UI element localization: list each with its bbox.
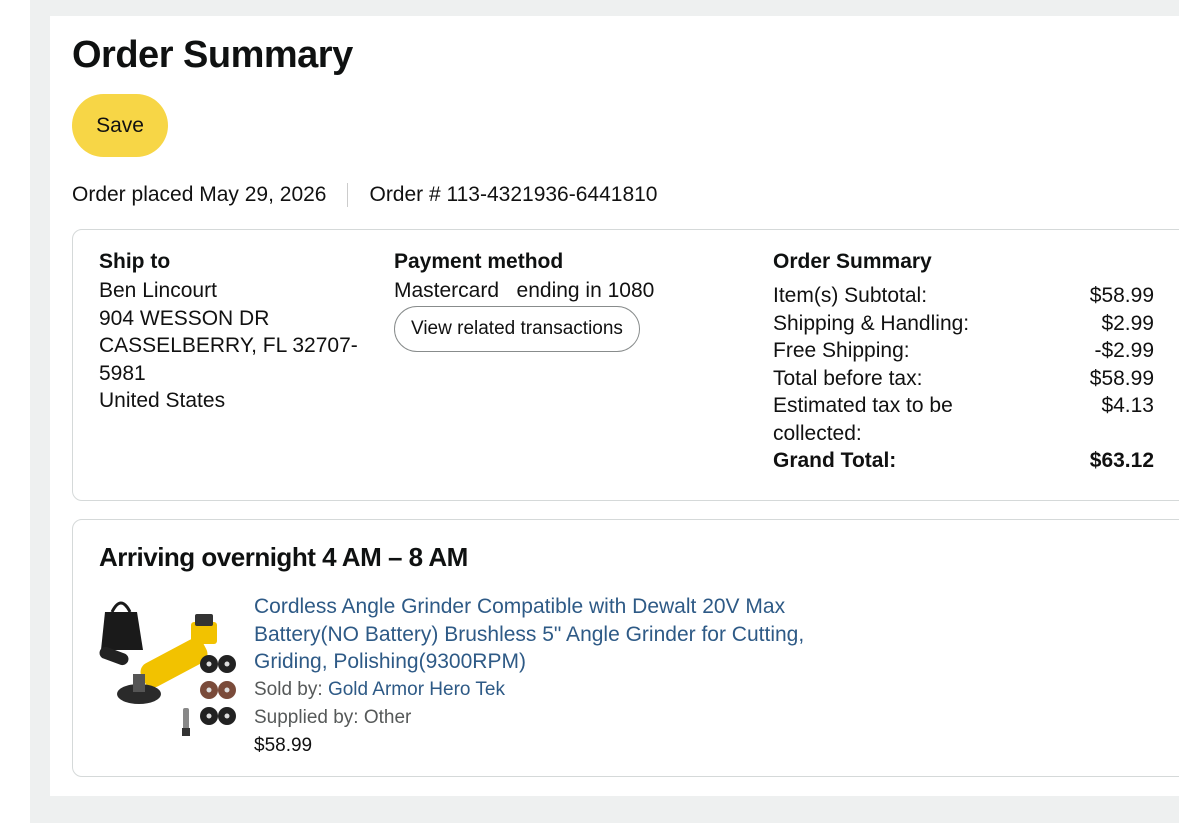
order-summary-page: Order Summary Save Order placed May 29, … [50, 16, 1179, 796]
summary-label: Total before tax: [773, 366, 923, 390]
ship-to-city: CASSELBERRY, FL 32707- [99, 334, 358, 357]
summary-value: -$2.99 [1094, 339, 1154, 362]
ship-to-name: Ben Lincourt [99, 279, 217, 302]
summary-row: Estimated tax to be collected: $4.13 [773, 392, 1154, 447]
order-placed-date: Order placed May 29, 2026 [72, 183, 327, 206]
summary-row: Item(s) Subtotal: $58.99 [773, 282, 1154, 310]
product-image[interactable] [99, 592, 243, 742]
order-meta: Order placed May 29, 2026 Order # 113-43… [72, 183, 658, 207]
shipment-box: Arriving overnight 4 AM – 8 AM Cordless … [72, 519, 1179, 777]
meta-divider [347, 183, 349, 207]
summary-value: $2.99 [1101, 311, 1154, 335]
summary-value: $4.13 [1101, 394, 1154, 417]
sold-by-line: Sold by: Gold Armor Hero Tek [254, 676, 814, 704]
summary-value: $58.99 [1089, 366, 1154, 390]
summary-row: Free Shipping: -$2.99 [773, 337, 1154, 365]
order-details-box: Ship to Ben Lincourt 904 WESSON DR CASSE… [72, 229, 1179, 501]
ship-to-section: Ship to Ben Lincourt 904 WESSON DR CASSE… [99, 250, 369, 415]
ship-to-street: 904 WESSON DR [99, 306, 270, 330]
page-title: Order Summary [72, 34, 353, 76]
arrival-window: Arriving overnight 4 AM – 8 AM [99, 542, 468, 572]
ship-to-zip-ext: 5981 [99, 361, 146, 385]
supplied-by: Supplied by: Other [254, 706, 412, 728]
summary-label: Estimated tax to be collected: [773, 394, 953, 445]
summary-label: Free Shipping: [773, 339, 910, 362]
save-button[interactable]: Save [72, 94, 168, 157]
summary-label: Item(s) Subtotal: [773, 284, 928, 307]
order-number: Order # 113-4321936-6441810 [369, 183, 658, 206]
order-summary-section: Order Summary Item(s) Subtotal: $58.99 S… [773, 250, 1154, 475]
summary-row: Total before tax: $58.99 [773, 365, 1154, 393]
ship-to-country: United States [99, 389, 226, 412]
summary-value: $58.99 [1089, 284, 1154, 307]
ship-to-heading: Ship to [99, 250, 171, 273]
summary-row: Shipping & Handling: $2.99 [773, 310, 1154, 338]
grand-total-label: Grand Total: [773, 449, 897, 472]
angle-grinder-product-image [99, 601, 236, 736]
sold-by-label: Sold by: [254, 678, 328, 700]
grand-total-value: $63.12 [1089, 449, 1154, 472]
summary-label: Shipping & Handling: [773, 311, 970, 335]
view-related-transactions-button[interactable]: View related transactions [394, 305, 640, 352]
seller-link[interactable]: Gold Armor Hero Tek [328, 679, 505, 700]
product-info: Cordless Angle Grinder Compatible with D… [254, 593, 814, 760]
grand-total-row: Grand Total: $63.12 [773, 447, 1154, 475]
payment-card: Mastercard ending in 1080 [394, 279, 655, 302]
order-summary-heading: Order Summary [773, 250, 932, 273]
payment-heading: Payment method [394, 250, 564, 273]
product-price: $58.99 [254, 734, 313, 756]
product-title-link[interactable]: Cordless Angle Grinder Compatible with D… [254, 593, 814, 676]
payment-section: Payment method Mastercard ending in 1080… [394, 250, 714, 352]
